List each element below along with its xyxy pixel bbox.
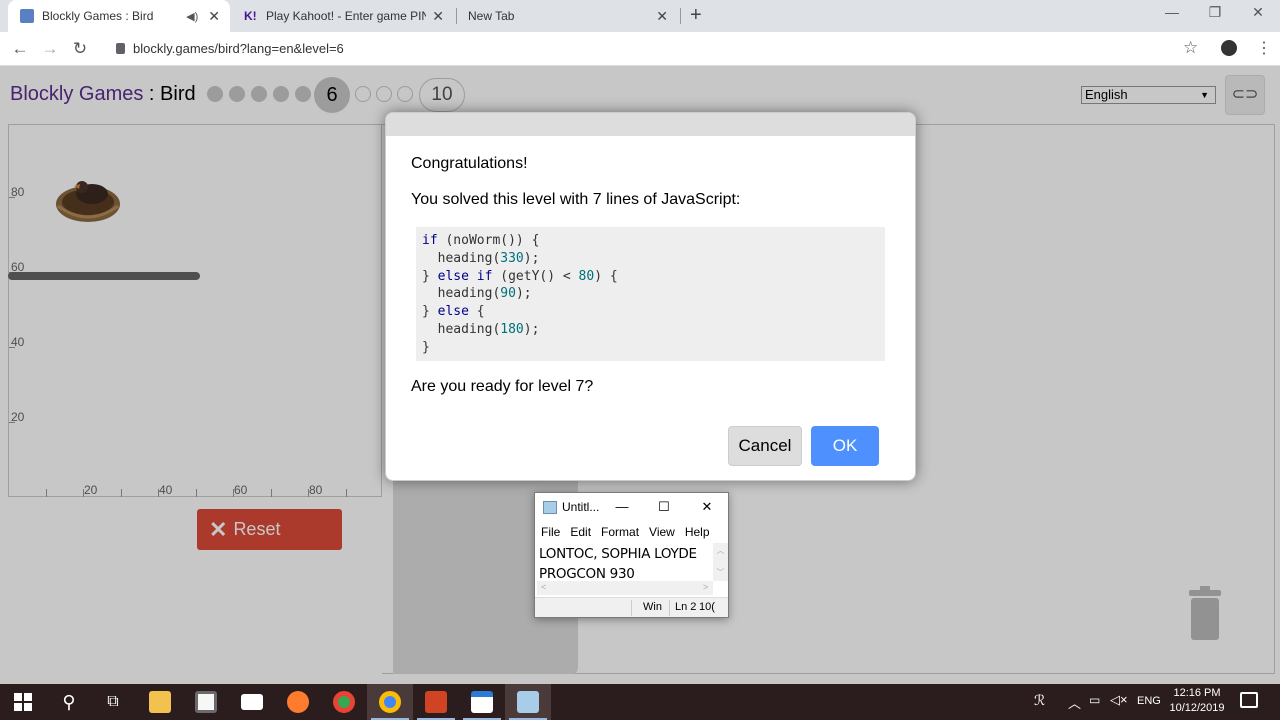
status-line: Ln 2 <box>675 601 697 613</box>
task-view-icon[interactable]: ⧉ <box>90 684 136 720</box>
file-explorer-icon[interactable] <box>137 684 183 720</box>
status-encoding: Win <box>643 601 662 613</box>
congratulations-dialog: Congratulations! You solved this level w… <box>385 112 916 481</box>
status-divider <box>669 600 670 616</box>
action-center-icon[interactable] <box>1240 692 1258 708</box>
new-tab-button[interactable]: + <box>690 4 702 27</box>
profile-avatar-icon[interactable] <box>1221 40 1237 56</box>
notepad-window: Untitl... — ☐ ✕ File Edit Format View He… <box>534 492 729 618</box>
text-line: LONTOC, SOPHIA LOYDE <box>539 546 697 562</box>
speaker-icon[interactable]: ◀) <box>186 10 198 23</box>
scroll-up-icon[interactable]: ︿ <box>713 545 728 556</box>
close-tab-icon[interactable]: ✕ <box>208 8 220 25</box>
notepad-text-area[interactable]: LONTOC, SOPHIA LOYDE PROGCON 930 <box>539 544 697 584</box>
back-arrow-icon[interactable]: ← <box>9 38 31 60</box>
reload-icon[interactable]: ↻ <box>69 38 91 60</box>
mail-icon[interactable] <box>229 684 275 720</box>
kahoot-favicon-icon: K! <box>244 9 257 23</box>
scroll-right-icon[interactable]: > <box>703 582 708 592</box>
chrome-active-icon[interactable] <box>367 684 413 720</box>
input-language[interactable]: ENG <box>1137 695 1161 707</box>
lock-icon <box>116 43 125 54</box>
network-icon[interactable]: ▭ <box>1089 693 1100 707</box>
dialog-message: You solved this level with 7 lines of Ja… <box>411 191 741 208</box>
cancel-button[interactable]: Cancel <box>728 426 802 466</box>
scroll-left-icon[interactable]: < <box>541 582 546 592</box>
bookmark-star-icon[interactable]: ☆ <box>1183 38 1198 58</box>
notepad-minimize-button[interactable]: — <box>613 498 631 516</box>
forward-arrow-icon[interactable]: → <box>39 38 61 60</box>
close-tab-icon[interactable]: ✕ <box>656 8 668 25</box>
menu-file[interactable]: File <box>541 525 560 539</box>
menu-view[interactable]: View <box>649 525 675 539</box>
status-divider <box>631 600 632 616</box>
minimize-window-button[interactable]: — <box>1154 4 1190 24</box>
notepad-icon <box>543 500 557 514</box>
dialog-header <box>386 113 915 136</box>
notepad-menu-bar: File Edit Format View Help <box>541 525 710 539</box>
restore-window-button[interactable]: ❐ <box>1197 4 1233 24</box>
menu-edit[interactable]: Edit <box>570 525 591 539</box>
people-icon[interactable]: ℛ <box>1034 692 1045 709</box>
tab-kahoot[interactable]: K! Play Kahoot! - Enter game PIN he ✕ <box>232 0 454 32</box>
browser-menu-icon[interactable]: ⋮ <box>1256 38 1272 58</box>
app-window-icon[interactable] <box>459 684 505 720</box>
close-tab-icon[interactable]: ✕ <box>432 8 444 25</box>
notepad-close-button[interactable]: ✕ <box>698 498 716 516</box>
tab-new-tab[interactable]: New Tab ✕ <box>456 0 678 32</box>
dialog-title: Congratulations! <box>411 155 528 172</box>
url-text: blockly.games/bird?lang=en&level=6 <box>133 41 344 56</box>
status-zoom: 10( <box>699 601 715 613</box>
search-icon[interactable]: ⚲ <box>46 684 92 720</box>
ok-button[interactable]: OK <box>811 426 879 466</box>
menu-help[interactable]: Help <box>685 525 710 539</box>
store-icon[interactable] <box>183 684 229 720</box>
code-listing: if (noWorm()) { heading(330); } else if … <box>416 227 885 361</box>
horizontal-scrollbar[interactable]: < > <box>537 581 713 595</box>
blockly-favicon-icon <box>20 9 34 23</box>
close-window-button[interactable]: ✕ <box>1240 4 1276 24</box>
powerpoint-icon[interactable] <box>413 684 459 720</box>
start-windows-icon[interactable] <box>0 684 46 720</box>
tab-blockly-games[interactable]: Blockly Games : Bird ◀) ✕ <box>8 0 230 32</box>
notepad-taskbar-icon[interactable] <box>505 684 551 720</box>
dialog-question: Are you ready for level 7? <box>411 378 594 395</box>
system-clock[interactable]: 12:16 PM 10/12/2019 <box>1163 686 1231 718</box>
menu-format[interactable]: Format <box>601 525 639 539</box>
show-hidden-icons-icon[interactable]: ︿ <box>1068 693 1081 712</box>
notepad-status-bar: Win Ln 2 10( <box>535 597 728 617</box>
scroll-down-icon[interactable]: ﹀ <box>713 567 728 578</box>
vertical-scrollbar[interactable]: ︿ ﹀ <box>713 543 728 581</box>
volume-icon[interactable]: ◁× <box>1110 692 1128 708</box>
url-bar[interactable]: blockly.games/bird?lang=en&level=6 <box>104 37 1208 61</box>
notepad-maximize-button[interactable]: ☐ <box>655 498 673 516</box>
notepad-title: Untitl... <box>543 500 599 514</box>
chrome-icon[interactable] <box>321 684 367 720</box>
firefox-icon[interactable] <box>275 684 321 720</box>
tab-separator <box>680 8 681 24</box>
